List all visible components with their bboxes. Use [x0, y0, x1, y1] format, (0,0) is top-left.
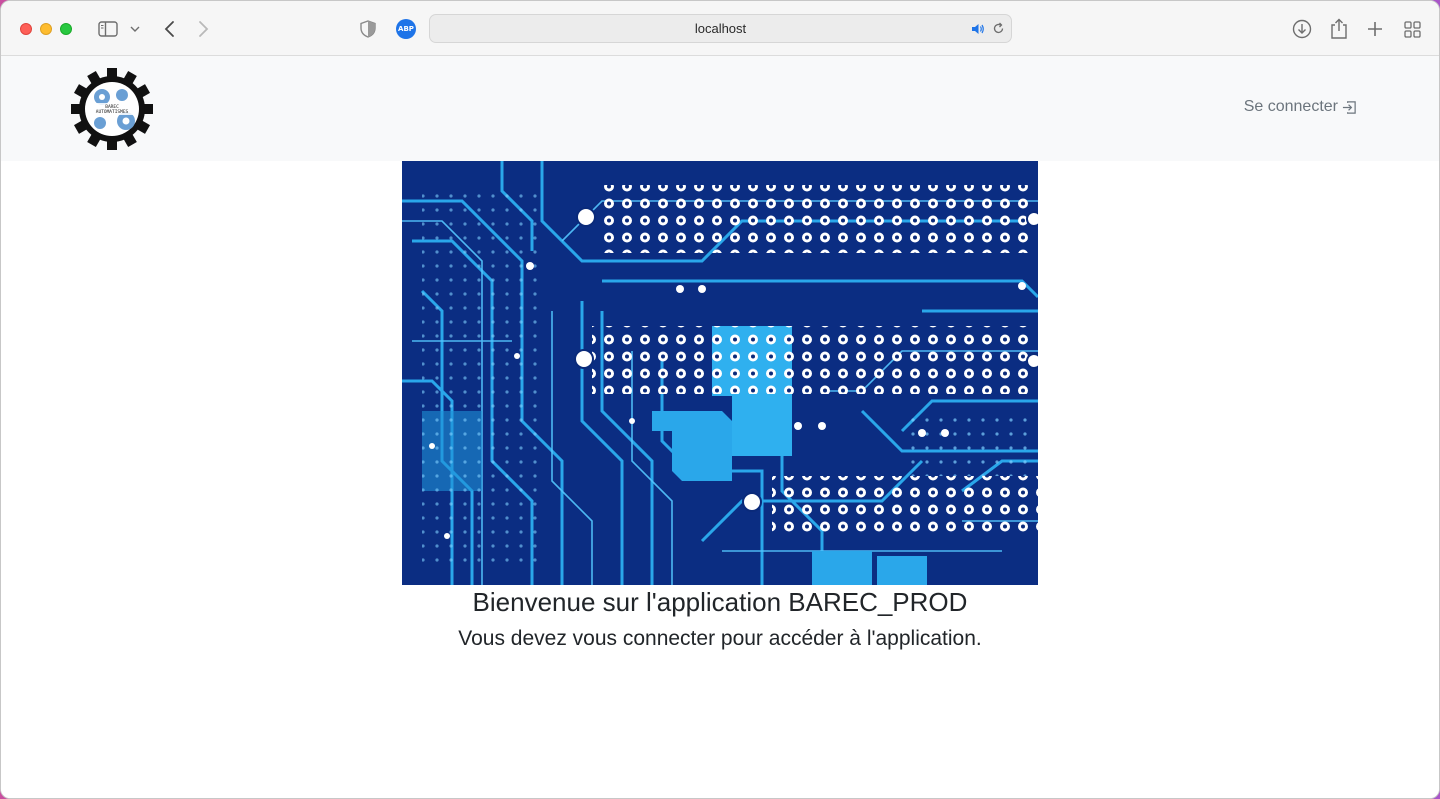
- back-icon[interactable]: [159, 17, 179, 41]
- tabs-overview-icon[interactable]: [1402, 17, 1422, 41]
- welcome-heading: Bienvenue sur l'application BAREC_PROD: [472, 587, 968, 617]
- download-icon[interactable]: [1291, 17, 1313, 41]
- login-link[interactable]: Se connecter: [1244, 98, 1357, 116]
- circuit-board-image: [402, 161, 1038, 585]
- plus-icon[interactable]: [1365, 17, 1385, 41]
- address-bar[interactable]: localhost: [429, 14, 1012, 43]
- abp-icon[interactable]: ABP: [396, 17, 416, 41]
- forward-icon[interactable]: [194, 17, 214, 41]
- minimize-window-button[interactable]: [40, 23, 52, 35]
- url-text: localhost: [694, 21, 747, 36]
- close-window-button[interactable]: [20, 23, 32, 35]
- navbar: BAREC AUTOMATISMES Se connecter: [1, 56, 1439, 161]
- login-icon: [1342, 100, 1356, 114]
- svg-text:AUTOMATISMES: AUTOMATISMES: [96, 109, 129, 115]
- login-label: Se connecter: [1243, 98, 1338, 115]
- gear-logo: BAREC AUTOMATISMES: [71, 68, 153, 150]
- sidebar-icon[interactable]: [97, 17, 119, 41]
- chevron-down-icon[interactable]: [128, 17, 142, 41]
- browser-toolbar: ABP localhost: [1, 1, 1439, 56]
- share-icon[interactable]: [1329, 17, 1349, 41]
- zoom-window-button[interactable]: [60, 23, 72, 35]
- login-required-message: Vous devez vous connecter pour accéder à…: [458, 627, 982, 650]
- reload-icon[interactable]: [992, 22, 1005, 35]
- logo[interactable]: BAREC AUTOMATISMES: [71, 68, 153, 150]
- page-content: BAREC AUTOMATISMES Se connecter Bienvenu…: [1, 56, 1439, 798]
- browser-window: ABP localhost BAREC AUTOMATISMES Se conn…: [0, 0, 1440, 799]
- abp-label: ABP: [396, 19, 416, 39]
- shield-icon[interactable]: [359, 17, 377, 41]
- sound-icon[interactable]: [971, 22, 985, 36]
